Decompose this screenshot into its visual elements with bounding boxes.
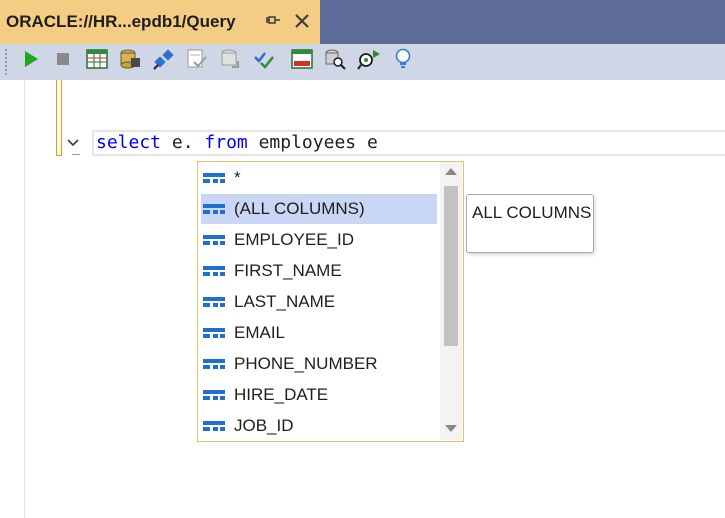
- connection-button[interactable]: [151, 48, 177, 74]
- completion-item[interactable]: FIRST_NAME: [201, 256, 437, 286]
- check-double-icon: [253, 48, 277, 75]
- commit-button[interactable]: [184, 48, 210, 74]
- keyword-from: from: [204, 132, 248, 153]
- column-icon: [203, 201, 225, 217]
- results-window-button[interactable]: [289, 48, 315, 74]
- completion-item-label: PHONE_NUMBER: [234, 354, 378, 373]
- column-icon: [203, 356, 225, 372]
- hint-button[interactable]: [390, 48, 416, 74]
- column-icon: [203, 170, 225, 186]
- column-icon: [203, 263, 225, 279]
- column-icon: [203, 232, 225, 248]
- query-toolbar: [0, 44, 725, 80]
- completion-item[interactable]: JOB_ID: [201, 411, 437, 441]
- tooltip-text: ALL COLUMNS: [472, 203, 592, 222]
- scroll-up-arrow-icon[interactable]: [445, 168, 457, 175]
- tab-title: ORACLE://HR...epdb1/Query: [6, 12, 236, 31]
- completion-item[interactable]: EMAIL: [201, 318, 437, 348]
- document-tab-strip: ORACLE://HR...epdb1/Query: [0, 0, 725, 44]
- lightbulb-icon: [393, 48, 413, 75]
- completion-item-label: FIRST_NAME: [234, 261, 342, 280]
- window-icon: [291, 48, 313, 74]
- column-icon: [203, 387, 225, 403]
- completion-item-selected[interactable]: (ALL COLUMNS): [201, 194, 437, 224]
- column-icon: [203, 294, 225, 310]
- completion-item-label: LAST_NAME: [234, 292, 336, 311]
- completion-item-label: EMAIL: [234, 323, 286, 342]
- scrollbar-thumb[interactable]: [444, 186, 458, 346]
- completion-item[interactable]: EMPLOYEE_ID: [201, 225, 437, 255]
- query-plan-button[interactable]: [322, 48, 348, 74]
- query-tab[interactable]: ORACLE://HR...epdb1/Query: [0, 0, 320, 44]
- completion-item[interactable]: HIRE_DATE: [201, 380, 437, 410]
- completion-item[interactable]: LAST_NAME: [201, 287, 437, 317]
- scroll-down-arrow-icon[interactable]: [445, 425, 457, 432]
- pin-icon[interactable]: [266, 12, 282, 30]
- commit-icon: [186, 48, 208, 75]
- rollback-icon: [220, 48, 242, 75]
- rollback-button[interactable]: [218, 48, 244, 74]
- search-next-button[interactable]: [356, 48, 382, 74]
- toolbar-grip[interactable]: [4, 48, 8, 76]
- sql-code-line[interactable]: select e. from employees e: [96, 132, 378, 154]
- code-alias: e.: [161, 132, 205, 153]
- object-browser-button[interactable]: [117, 48, 143, 74]
- change-marker: [56, 80, 62, 156]
- completion-scrollbar[interactable]: [440, 162, 462, 440]
- grid-icon: [86, 48, 108, 74]
- completion-item-label: HIRE_DATE: [234, 385, 329, 404]
- completion-item-label: (ALL COLUMNS): [234, 199, 365, 218]
- analyze-button[interactable]: [252, 48, 278, 74]
- editor-gutter-divider: [24, 80, 25, 518]
- column-icon: [203, 325, 225, 341]
- completion-item-label: JOB_ID: [234, 416, 294, 435]
- database-icon: [119, 48, 141, 75]
- fold-guide: [72, 154, 80, 155]
- code-table: employees e: [247, 132, 378, 153]
- completion-item[interactable]: PHONE_NUMBER: [201, 349, 437, 379]
- completion-list[interactable]: * (ALL COLUMNS) EMPLOYEE_ID FIRST_NAME L…: [197, 161, 464, 442]
- completion-item[interactable]: *: [201, 163, 437, 193]
- stop-button[interactable]: [50, 48, 76, 74]
- completion-tooltip: ALL COLUMNS: [466, 194, 594, 253]
- column-icon: [203, 418, 225, 434]
- plug-icon: [153, 48, 175, 75]
- search-arrow-icon: [357, 48, 381, 75]
- close-icon[interactable]: [292, 11, 312, 31]
- chevron-down-icon[interactable]: [66, 136, 80, 150]
- execute-button[interactable]: [18, 48, 44, 74]
- results-grid-button[interactable]: [84, 48, 110, 74]
- play-icon: [22, 49, 40, 74]
- magnifier-db-icon: [324, 48, 346, 75]
- stop-icon: [55, 51, 71, 72]
- completion-item-label: *: [234, 168, 241, 187]
- keyword-select: select: [96, 132, 162, 153]
- completion-item-label: EMPLOYEE_ID: [234, 230, 354, 249]
